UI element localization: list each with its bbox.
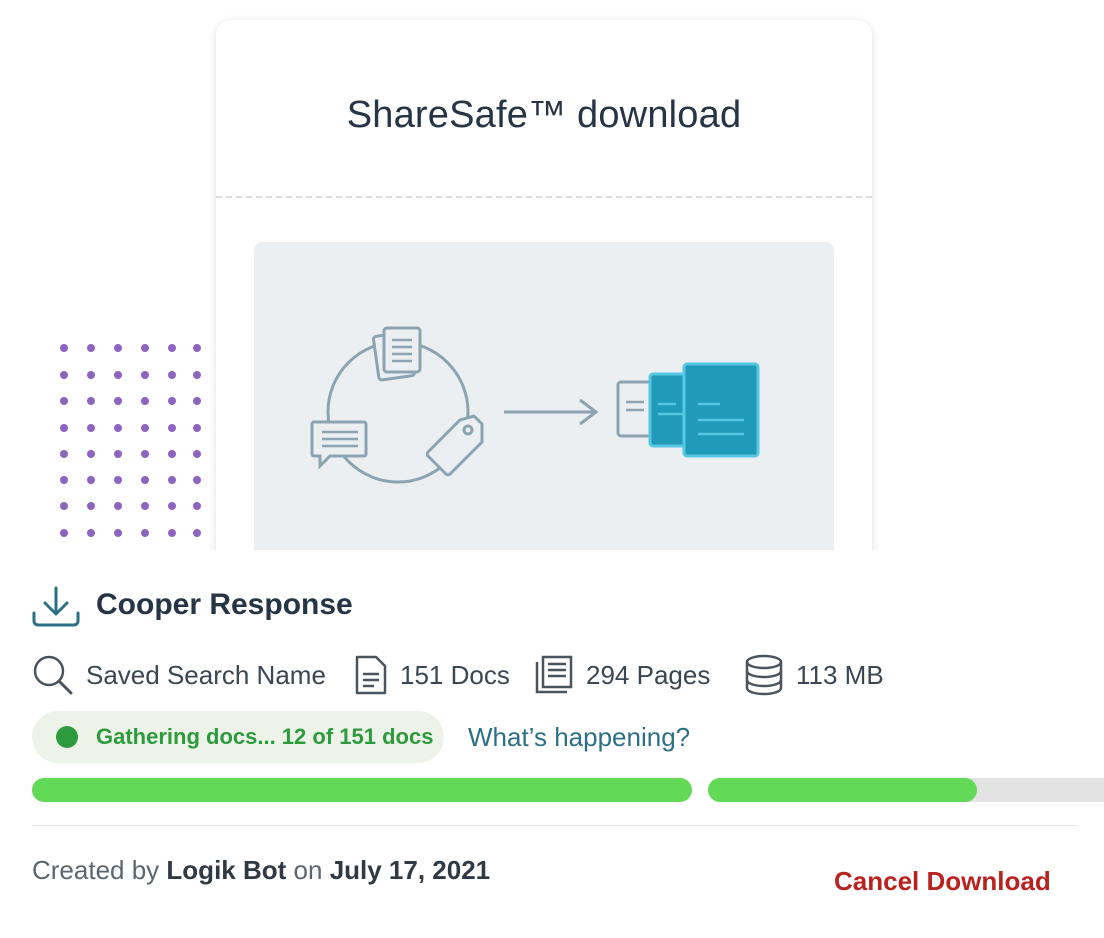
saved-search-name: Saved Search Name [86, 659, 326, 690]
progress-bar-track [708, 778, 1104, 802]
progress-bar-complete [32, 778, 692, 802]
progress-bar-fill [708, 778, 977, 802]
dot-pattern-decoration [60, 344, 201, 537]
status-badge: Gathering docs... 12 of 151 docs [32, 711, 444, 763]
modal-title: ShareSafe™ download [346, 94, 742, 136]
meta-size: 113 MB [744, 652, 884, 698]
file-size: 113 MB [796, 659, 884, 690]
output-documents-icon [616, 362, 760, 458]
created-author: Logik Bot [166, 855, 287, 885]
sharesafe-process-illustration [310, 326, 760, 484]
sharesafe-modal-card: ShareSafe™ download [216, 20, 872, 580]
created-on: on [293, 855, 323, 885]
download-name: Cooper Response [96, 588, 353, 621]
docs-count: 151 Docs [400, 659, 510, 690]
whats-happening-link[interactable]: What’s happening? [468, 722, 690, 753]
meta-saved-search: Saved Search Name [32, 652, 326, 698]
modal-divider [216, 196, 872, 198]
pages-count: 294 Pages [586, 659, 711, 690]
divider [32, 825, 1078, 826]
document-icon [355, 655, 387, 695]
arrow-right-icon [504, 398, 599, 426]
tag-icon [425, 414, 484, 477]
chat-bubble-icon [310, 420, 368, 470]
created-prefix: Created by [32, 855, 160, 885]
cancel-download-button[interactable]: Cancel Download [834, 866, 1051, 897]
meta-pages: 294 Pages [534, 652, 710, 698]
status-text: Gathering docs... 12 of 151 docs [96, 724, 434, 749]
created-date: July 17, 2021 [329, 855, 491, 885]
pages-icon [535, 655, 573, 694]
download-icon [32, 586, 80, 627]
database-icon [745, 654, 783, 696]
status-dot-icon [56, 726, 78, 748]
meta-docs: 151 Docs [354, 652, 510, 698]
document-stack-icon [372, 326, 422, 382]
created-by-line: Created by Logik Bot on July 17, 2021 [32, 855, 490, 886]
search-icon [33, 655, 73, 695]
download-illustration [254, 242, 834, 580]
